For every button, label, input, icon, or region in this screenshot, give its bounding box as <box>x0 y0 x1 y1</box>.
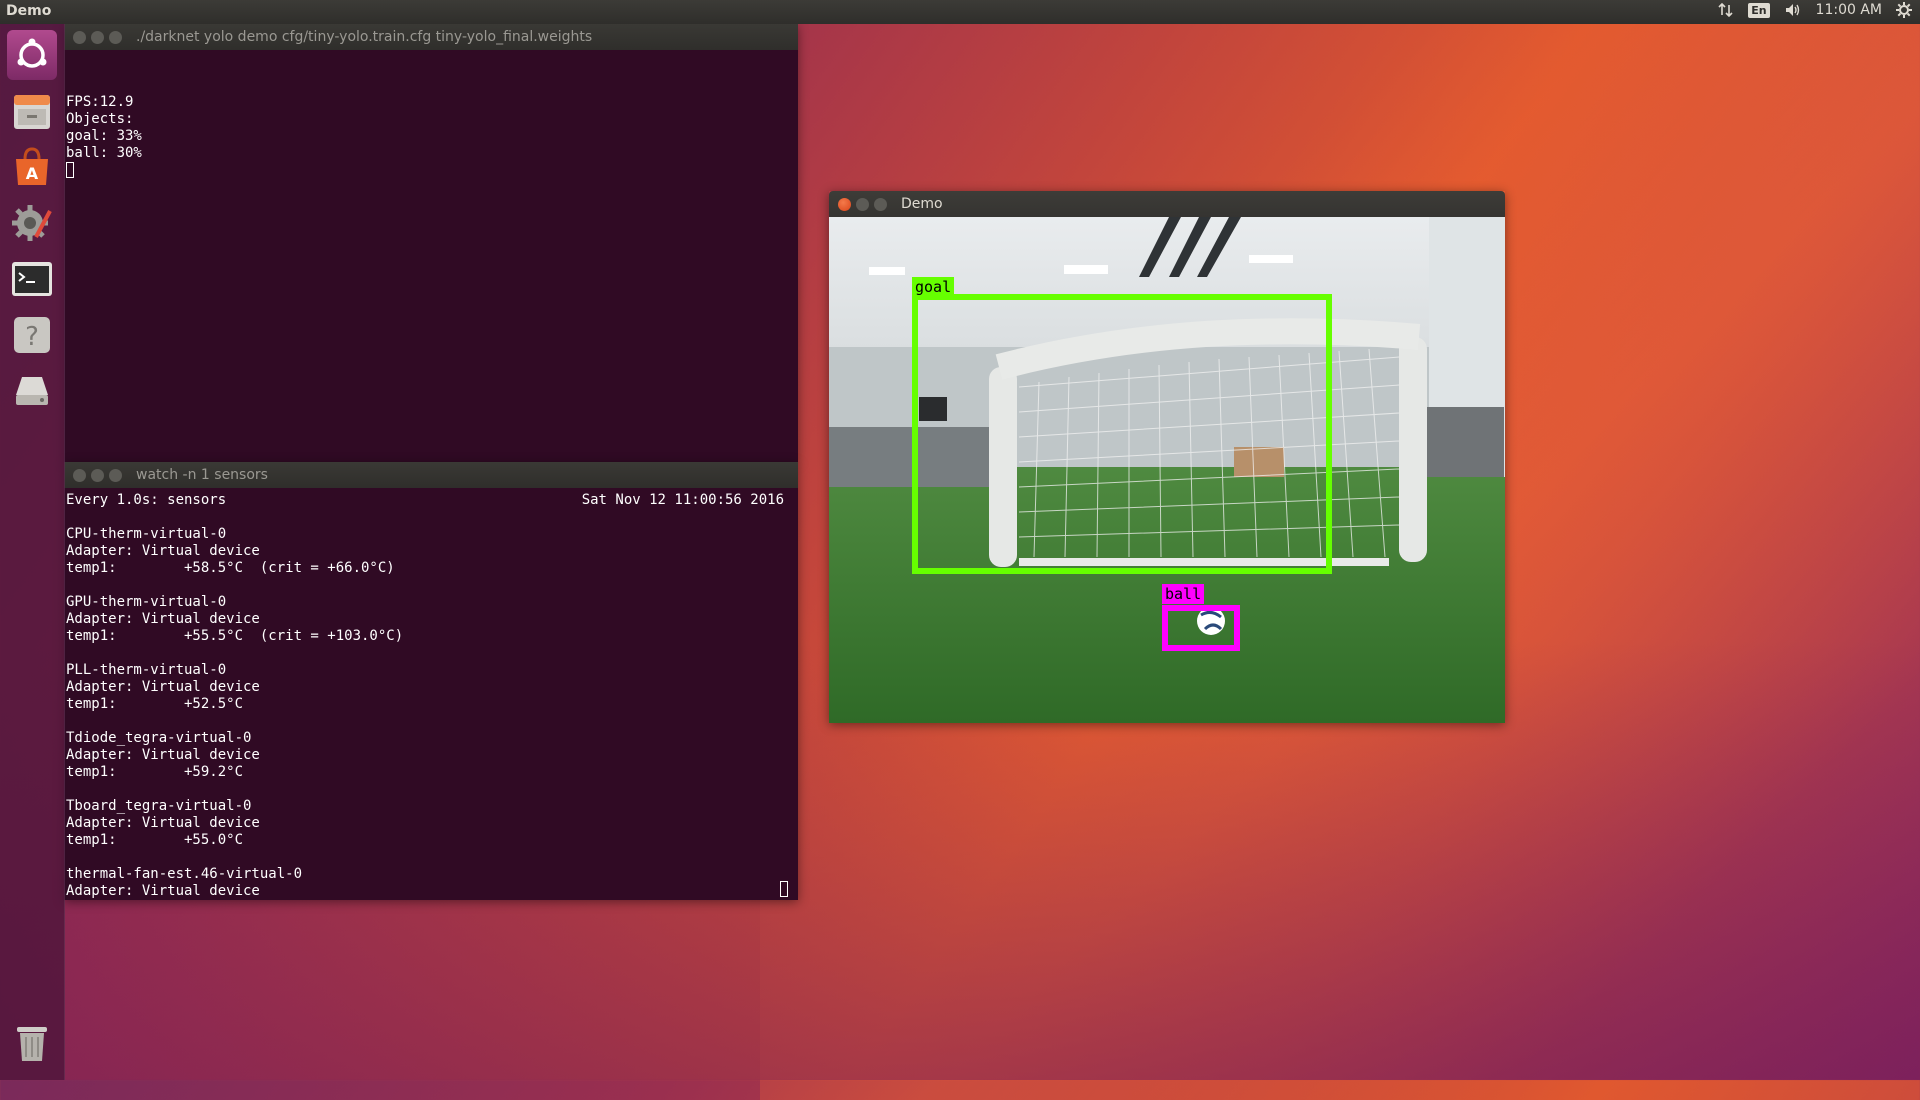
window-title: watch -n 1 sensors <box>136 467 268 483</box>
ubuntu-logo-icon[interactable] <box>7 30 57 80</box>
output-line: ball: 30% <box>66 145 142 161</box>
launcher: A ? <box>0 24 65 1080</box>
sensor-line: temp1: +55.0°C <box>66 832 244 848</box>
file-cabinet-icon[interactable] <box>7 86 57 136</box>
titlebar[interactable]: Demo <box>829 191 1505 217</box>
network-arrows-icon[interactable] <box>1718 2 1734 18</box>
terminal-output[interactable]: Every 1.0s: sensors Sat Nov 12 11:00:56 2… <box>64 488 798 900</box>
sensors-terminal-window[interactable]: watch -n 1 sensors Every 1.0s: sensors Sa… <box>64 462 798 900</box>
sensor-output: CPU-therm-virtual-0 Adapter: Virtual devi… <box>66 509 796 900</box>
help-icon[interactable]: ? <box>7 310 57 360</box>
detection-box-goal <box>912 294 1332 574</box>
camera-frame: goal ball <box>829 217 1505 723</box>
settings-gear-icon[interactable] <box>7 198 57 248</box>
minimize-button[interactable] <box>856 197 869 211</box>
close-button[interactable] <box>73 30 86 44</box>
sensor-line <box>66 781 796 798</box>
sensor-line <box>66 577 796 594</box>
trash-icon[interactable] <box>7 1018 57 1068</box>
maximize-button[interactable] <box>109 30 122 44</box>
watch-header-timestamp: Sat Nov 12 11:00:56 2016 <box>581 492 784 508</box>
sensor-line: temp1: +52.5°C <box>66 696 244 712</box>
minimize-button[interactable] <box>91 468 104 482</box>
sensor-line: temp1: +58.5°C (crit = +66.0°C) <box>66 560 395 576</box>
output-line: FPS:12.9 <box>66 94 134 110</box>
sensor-line <box>66 645 796 662</box>
titlebar[interactable]: watch -n 1 sensors <box>64 462 798 488</box>
gear-icon[interactable] <box>1896 2 1912 18</box>
window-title: ./darknet yolo demo cfg/tiny-yolo.train.… <box>136 29 593 45</box>
sensor-line <box>66 509 796 526</box>
window-title: Demo <box>901 196 943 212</box>
sensor-line: Tboard_tegra-virtual-0 <box>66 798 252 814</box>
sensor-line: GPU-therm-virtual-0 <box>66 594 227 610</box>
active-app-title: Demo <box>6 3 52 19</box>
close-button[interactable] <box>838 197 851 211</box>
text-cursor <box>66 162 74 178</box>
detection-label-ball: ball <box>1162 584 1205 604</box>
detection-label-goal: goal <box>912 277 955 297</box>
sensor-line: Adapter: Virtual device <box>66 815 260 831</box>
sensor-line: temp1: +55.5°C (crit = +103.0°C) <box>66 628 404 644</box>
terminal-icon[interactable] <box>7 254 57 304</box>
close-button[interactable] <box>73 468 86 482</box>
keyboard-layout-indicator[interactable]: En <box>1748 2 1770 18</box>
terminal-output[interactable]: FPS:12.9 Objects: goal: 33% ball: 30% <box>64 50 798 462</box>
shopping-bag-icon[interactable]: A <box>7 142 57 192</box>
minimize-button[interactable] <box>91 30 104 44</box>
sensor-line: temp1: +59.2°C <box>66 764 244 780</box>
sensor-line: Adapter: Virtual device <box>66 747 260 763</box>
svg-text:A: A <box>26 164 39 183</box>
darknet-terminal-window[interactable]: ./darknet yolo demo cfg/tiny-yolo.train.… <box>64 24 798 462</box>
maximize-button[interactable] <box>109 468 122 482</box>
clock[interactable]: 11:00 AM <box>1816 2 1882 18</box>
sensor-line: Adapter: Virtual device <box>66 611 260 627</box>
watch-header-left: Every 1.0s: sensors <box>66 492 227 508</box>
sensor-line: Adapter: Virtual device <box>66 883 260 899</box>
drive-icon[interactable] <box>7 366 57 416</box>
sensor-line: Adapter: Virtual device <box>66 543 260 559</box>
demo-window[interactable]: Demo goal ball <box>829 191 1505 723</box>
output-line: goal: 33% <box>66 128 142 144</box>
sensor-line: CPU-therm-virtual-0 <box>66 526 227 542</box>
maximize-button[interactable] <box>874 197 887 211</box>
volume-icon[interactable] <box>1784 2 1802 18</box>
top-panel: Demo En 11:00 AM <box>0 0 1920 24</box>
sensor-line: thermal-fan-est.46-virtual-0 <box>66 866 303 882</box>
detection-box-ball <box>1162 605 1240 651</box>
text-cursor <box>780 881 788 897</box>
sensor-line <box>66 713 796 730</box>
titlebar[interactable]: ./darknet yolo demo cfg/tiny-yolo.train.… <box>64 24 798 50</box>
sensor-line <box>66 849 796 866</box>
sensor-line: Adapter: Virtual device <box>66 679 260 695</box>
output-line: Objects: <box>66 111 134 127</box>
sensor-line: Tdiode_tegra-virtual-0 <box>66 730 252 746</box>
indicator-area: En 11:00 AM <box>1718 2 1912 18</box>
sensor-line: PLL-therm-virtual-0 <box>66 662 227 678</box>
svg-text:?: ? <box>25 322 39 352</box>
